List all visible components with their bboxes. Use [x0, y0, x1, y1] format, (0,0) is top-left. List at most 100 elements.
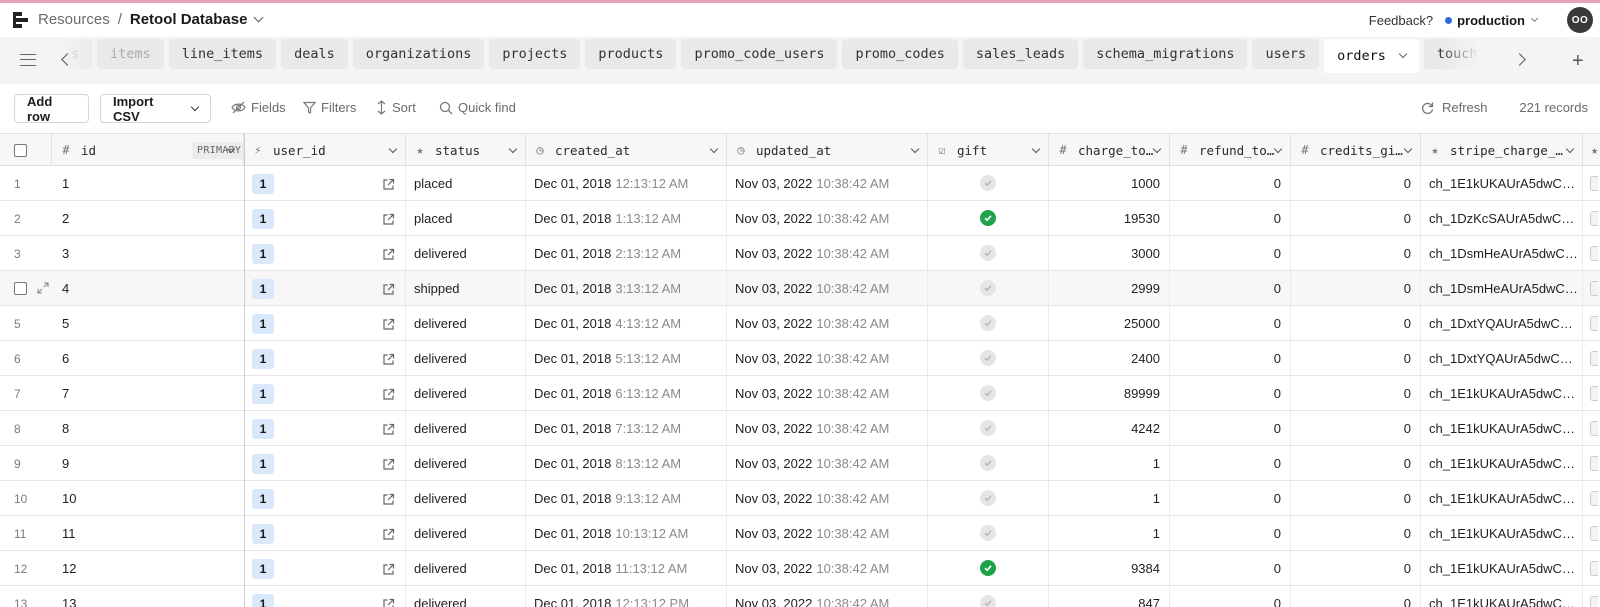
- cell-status[interactable]: placed: [406, 201, 526, 236]
- tab-organizations[interactable]: organizations: [352, 39, 485, 69]
- user-id-badge[interactable]: 1: [252, 593, 274, 607]
- cell-n[interactable]: 13: [0, 586, 52, 607]
- cell-refund[interactable]: 0: [1170, 236, 1291, 271]
- cell-refund[interactable]: 0: [1170, 481, 1291, 516]
- cell-status[interactable]: delivered: [406, 341, 526, 376]
- check-circle-empty-icon[interactable]: [980, 280, 996, 296]
- check-circle-empty-icon[interactable]: [980, 595, 996, 607]
- add-table-icon[interactable]: +: [1572, 51, 1584, 71]
- cell-gift[interactable]: [928, 201, 1049, 236]
- check-circle-empty-icon[interactable]: [980, 315, 996, 331]
- cell-updated[interactable]: Nov 03, 2022 10:38:42 AM: [727, 481, 928, 516]
- cell-created[interactable]: Dec 01, 2018 2:13:12 AM: [526, 236, 727, 271]
- refresh-button[interactable]: Refresh: [1420, 100, 1488, 115]
- filters-button[interactable]: Filters: [303, 100, 356, 115]
- chevron-down-icon[interactable]: [1031, 144, 1041, 154]
- cell-n[interactable]: 2: [0, 201, 52, 236]
- cell-updated[interactable]: Nov 03, 2022 10:38:42 AM: [727, 166, 928, 201]
- user-id-badge[interactable]: 1: [252, 558, 274, 579]
- chevron-down-icon[interactable]: [253, 12, 264, 23]
- cell-gift[interactable]: [928, 586, 1049, 607]
- cell-refund[interactable]: 0: [1170, 166, 1291, 201]
- chevron-down-icon[interactable]: [1398, 49, 1408, 59]
- cell-updated[interactable]: Nov 03, 2022 10:38:42 AM: [727, 551, 928, 586]
- cell-credits[interactable]: 0: [1291, 516, 1421, 551]
- retool-logo-icon[interactable]: [12, 11, 30, 29]
- chevron-down-icon[interactable]: [1403, 144, 1413, 154]
- cell-refund[interactable]: 0: [1170, 446, 1291, 481]
- chevron-down-icon[interactable]: [388, 144, 398, 154]
- cell-refund[interactable]: 0: [1170, 586, 1291, 607]
- cell-gift[interactable]: [928, 516, 1049, 551]
- cell-created[interactable]: Dec 01, 2018 8:13:12 AM: [526, 446, 727, 481]
- user-id-badge[interactable]: 1: [252, 523, 274, 544]
- cell-id[interactable]: 12: [52, 551, 244, 586]
- user-id-badge[interactable]: 1: [252, 488, 274, 509]
- cell-credits[interactable]: 0: [1291, 411, 1421, 446]
- cell-charge[interactable]: 9384: [1049, 551, 1170, 586]
- cell-n[interactable]: 11: [0, 516, 52, 551]
- cell-updated[interactable]: Nov 03, 2022 10:38:42 AM: [727, 586, 928, 607]
- cell-user-id[interactable]: 1: [244, 166, 406, 201]
- chevron-down-icon[interactable]: [1565, 144, 1575, 154]
- external-link-icon[interactable]: [382, 178, 395, 191]
- cell-n[interactable]: 8: [0, 411, 52, 446]
- cell-status[interactable]: delivered: [406, 376, 526, 411]
- cell-charge[interactable]: 1: [1049, 516, 1170, 551]
- check-circle-empty-icon[interactable]: [980, 350, 996, 366]
- table-row[interactable]: 6 6 1 delivered Dec 01, 2018 5:13:12 AM Nov 03…: [0, 341, 1600, 376]
- cell-charge[interactable]: 2400: [1049, 341, 1170, 376]
- table-row[interactable]: 5 5 1 delivered Dec 01, 2018 4:13:12 AM Nov 03…: [0, 306, 1600, 341]
- cell-updated[interactable]: Nov 03, 2022 10:38:42 AM: [727, 306, 928, 341]
- chevron-down-icon[interactable]: [508, 144, 518, 154]
- cell-status[interactable]: delivered: [406, 236, 526, 271]
- cell-gift[interactable]: [928, 306, 1049, 341]
- cell-n[interactable]: 10: [0, 481, 52, 516]
- cell-charge[interactable]: 3000: [1049, 236, 1170, 271]
- chevron-down-icon[interactable]: [1273, 144, 1283, 154]
- cell-created[interactable]: Dec 01, 2018 10:13:12 AM: [526, 516, 727, 551]
- user-id-badge[interactable]: 1: [252, 383, 274, 404]
- external-link-icon[interactable]: [382, 598, 395, 607]
- user-id-badge[interactable]: 1: [252, 278, 274, 299]
- check-circle-empty-icon[interactable]: [980, 245, 996, 261]
- chevron-down-icon[interactable]: [709, 144, 719, 154]
- cell-created[interactable]: Dec 01, 2018 11:13:12 AM: [526, 551, 727, 586]
- cell-charge[interactable]: 25000: [1049, 306, 1170, 341]
- cell-refund[interactable]: 0: [1170, 271, 1291, 306]
- column-header-status[interactable]: ★ status: [406, 134, 526, 166]
- tab-orders[interactable]: orders: [1324, 39, 1419, 73]
- tab-products[interactable]: products: [585, 39, 677, 69]
- cell-id[interactable]: 6: [52, 341, 244, 376]
- menu-icon[interactable]: [20, 54, 36, 66]
- table-row[interactable]: 8 8 1 delivered Dec 01, 2018 7:13:12 AM Nov 03…: [0, 411, 1600, 446]
- cell-stripe[interactable]: ch_1E1kUKAUrA5dwC…: [1421, 166, 1583, 201]
- cell-user-id[interactable]: 1: [244, 271, 406, 306]
- user-id-badge[interactable]: 1: [252, 313, 274, 334]
- check-circle-icon[interactable]: [980, 210, 996, 226]
- check-circle-empty-icon[interactable]: [980, 525, 996, 541]
- cell-n[interactable]: 1: [0, 166, 52, 201]
- cell-charge[interactable]: 89999: [1049, 376, 1170, 411]
- check-circle-empty-icon[interactable]: [980, 490, 996, 506]
- cell-credits[interactable]: 0: [1291, 551, 1421, 586]
- tab-schema-migrations[interactable]: schema_migrations: [1083, 39, 1248, 69]
- table-row[interactable]: 3 3 1 delivered Dec 01, 2018 2:13:12 AM Nov 03…: [0, 236, 1600, 271]
- cell-id[interactable]: 9: [52, 446, 244, 481]
- cell-id[interactable]: 3: [52, 236, 244, 271]
- external-link-icon[interactable]: [382, 248, 395, 261]
- cell-n[interactable]: 7: [0, 376, 52, 411]
- breadcrumb-database-name[interactable]: Retool Database: [130, 11, 248, 28]
- feedback-link[interactable]: Feedback?: [1369, 13, 1433, 28]
- external-link-icon[interactable]: [382, 493, 395, 506]
- scroll-right-icon[interactable]: [1513, 53, 1526, 66]
- external-link-icon[interactable]: [382, 283, 395, 296]
- check-circle-empty-icon[interactable]: [980, 175, 996, 191]
- breadcrumb-resources-link[interactable]: Resources: [38, 11, 110, 28]
- external-link-icon[interactable]: [382, 458, 395, 471]
- column-header-id[interactable]: # id PRIMARY KEY: [52, 134, 244, 166]
- cell-id[interactable]: 7: [52, 376, 244, 411]
- cell-created[interactable]: Dec 01, 2018 12:13:12 AM: [526, 166, 727, 201]
- cell-stripe[interactable]: ch_1DsmHeAUrA5dwC…: [1421, 236, 1583, 271]
- cell-id[interactable]: 4: [52, 271, 244, 306]
